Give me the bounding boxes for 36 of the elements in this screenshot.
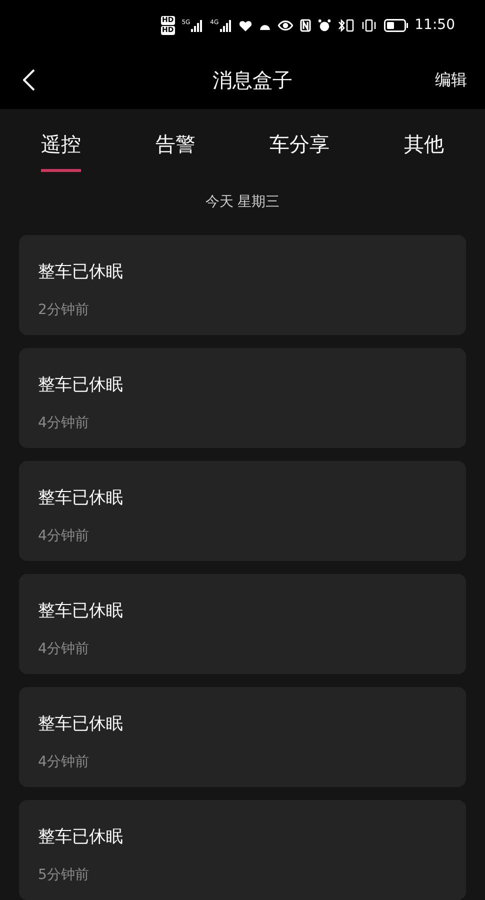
tab[interactable]: 其他 (404, 129, 444, 172)
message-time: 4分钟前 (38, 527, 90, 545)
message-time: 5分钟前 (38, 866, 90, 884)
date-heading: 今天 星期三 (204, 193, 281, 212)
message-card[interactable]: 整车已休眠 4分钟前 (19, 348, 466, 448)
message-title: 整车已休眠 (38, 374, 124, 396)
bluetooth-battery-icon (338, 19, 354, 32)
battery-icon (384, 19, 408, 32)
alarm-icon (318, 19, 331, 32)
eye-icon (278, 20, 293, 32)
message-card[interactable]: 整车已休眠 4分钟前 (19, 687, 466, 787)
tab[interactable]: 告警 (155, 129, 196, 172)
page-title: 消息盒子 (212, 67, 292, 94)
message-card[interactable]: 整车已休眠 4分钟前 (19, 574, 466, 674)
clock-time: 11:50 (414, 16, 455, 36)
signal-icon (220, 20, 232, 32)
back-icon (23, 69, 35, 92)
tab[interactable]: 遥控 (41, 129, 82, 172)
message-title: 整车已休眠 (38, 713, 124, 735)
message-time: 2分钟前 (38, 301, 90, 319)
message-title: 整车已休眠 (38, 826, 124, 848)
message-card[interactable]: 整车已休眠 4分钟前 (19, 461, 466, 561)
message-time: 4分钟前 (38, 414, 90, 432)
vibrate-icon (360, 19, 377, 32)
message-card[interactable]: 整车已休眠 2分钟前 (19, 235, 466, 335)
message-card[interactable]: 整车已休眠 5分钟前 (19, 800, 466, 900)
nfc-icon (300, 19, 311, 32)
message-time: 4分钟前 (38, 753, 90, 771)
heart-icon (238, 20, 252, 32)
tab[interactable]: 车分享 (270, 129, 330, 172)
signal-icon (191, 20, 204, 32)
message-title: 整车已休眠 (38, 600, 124, 622)
message-time: 4分钟前 (38, 640, 90, 658)
message-title: 整车已休眠 (38, 261, 124, 283)
message-title: 整车已休眠 (38, 487, 124, 509)
edit-button[interactable]: 编辑 (435, 68, 467, 92)
